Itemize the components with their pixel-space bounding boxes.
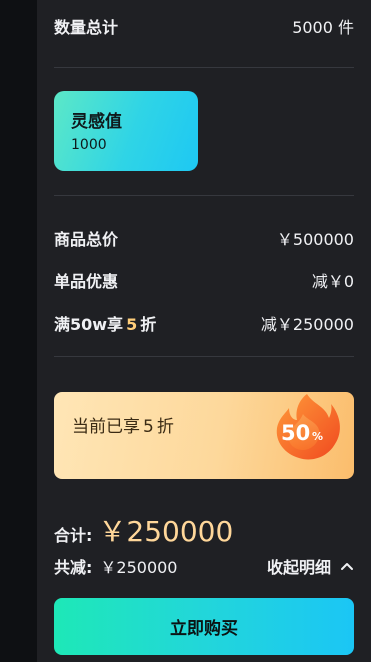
promo-prefix: 满50w享 xyxy=(54,315,124,334)
single-discount-value: 减￥0 xyxy=(311,272,354,291)
collapse-details-toggle[interactable]: 收起明细 xyxy=(267,554,354,578)
saved-label: 共减: xyxy=(54,558,93,577)
single-discount-label: 单品优惠 xyxy=(54,272,119,291)
left-background-strip xyxy=(0,0,37,662)
discount-prefix: 当前已享 xyxy=(72,417,140,437)
product-total-label: 商品总价 xyxy=(54,230,119,249)
inspiration-value: 1000 xyxy=(71,137,107,153)
flame-badge-icon: 50 % xyxy=(276,394,340,460)
current-discount-card: 当前已享 5 折 50 % xyxy=(54,392,354,479)
discount-suffix: 折 xyxy=(156,417,174,437)
discount-number: 5 xyxy=(143,417,154,437)
buy-now-button[interactable]: 立即购买 xyxy=(54,598,354,655)
quantity-value: 5000 件 xyxy=(292,18,354,37)
promo-value: 减￥250000 xyxy=(260,315,354,334)
divider xyxy=(54,67,354,68)
order-summary-panel: 数量总计 5000 件 灵感值 1000 商品总价 ￥500000 单品优惠 减… xyxy=(37,0,371,662)
saved-row: 共减: ￥250000 收起明细 xyxy=(54,554,354,578)
inspiration-value-card: 灵感值 1000 xyxy=(54,91,198,171)
saved-info: 共减: ￥250000 xyxy=(54,554,178,578)
promo-suffix: 折 xyxy=(140,315,157,334)
promo-row: 满50w享 5 折 减￥250000 xyxy=(54,311,354,335)
badge-unit: % xyxy=(312,430,323,443)
product-total-row: 商品总价 ￥500000 xyxy=(54,226,354,250)
quantity-label: 数量总计 xyxy=(54,18,119,37)
divider xyxy=(54,195,354,196)
quantity-row: 数量总计 5000 件 xyxy=(54,14,354,38)
promo-number: 5 xyxy=(126,315,138,334)
total-amount: ￥250000 xyxy=(98,515,234,548)
order-total: 合计: ￥250000 xyxy=(54,510,233,550)
saved-amount: ￥250000 xyxy=(100,558,178,577)
badge-value: 50 xyxy=(281,421,310,445)
product-total-value: ￥500000 xyxy=(276,230,354,249)
inspiration-title: 灵感值 xyxy=(71,112,122,132)
promo-label: 满50w享 5 折 xyxy=(54,311,156,335)
total-label: 合计: xyxy=(54,526,93,545)
collapse-label: 收起明细 xyxy=(266,558,331,577)
current-discount-text: 当前已享 5 折 xyxy=(72,412,174,437)
divider xyxy=(54,356,354,357)
chevron-up-icon xyxy=(341,563,353,570)
single-discount-row: 单品优惠 减￥0 xyxy=(54,268,354,292)
